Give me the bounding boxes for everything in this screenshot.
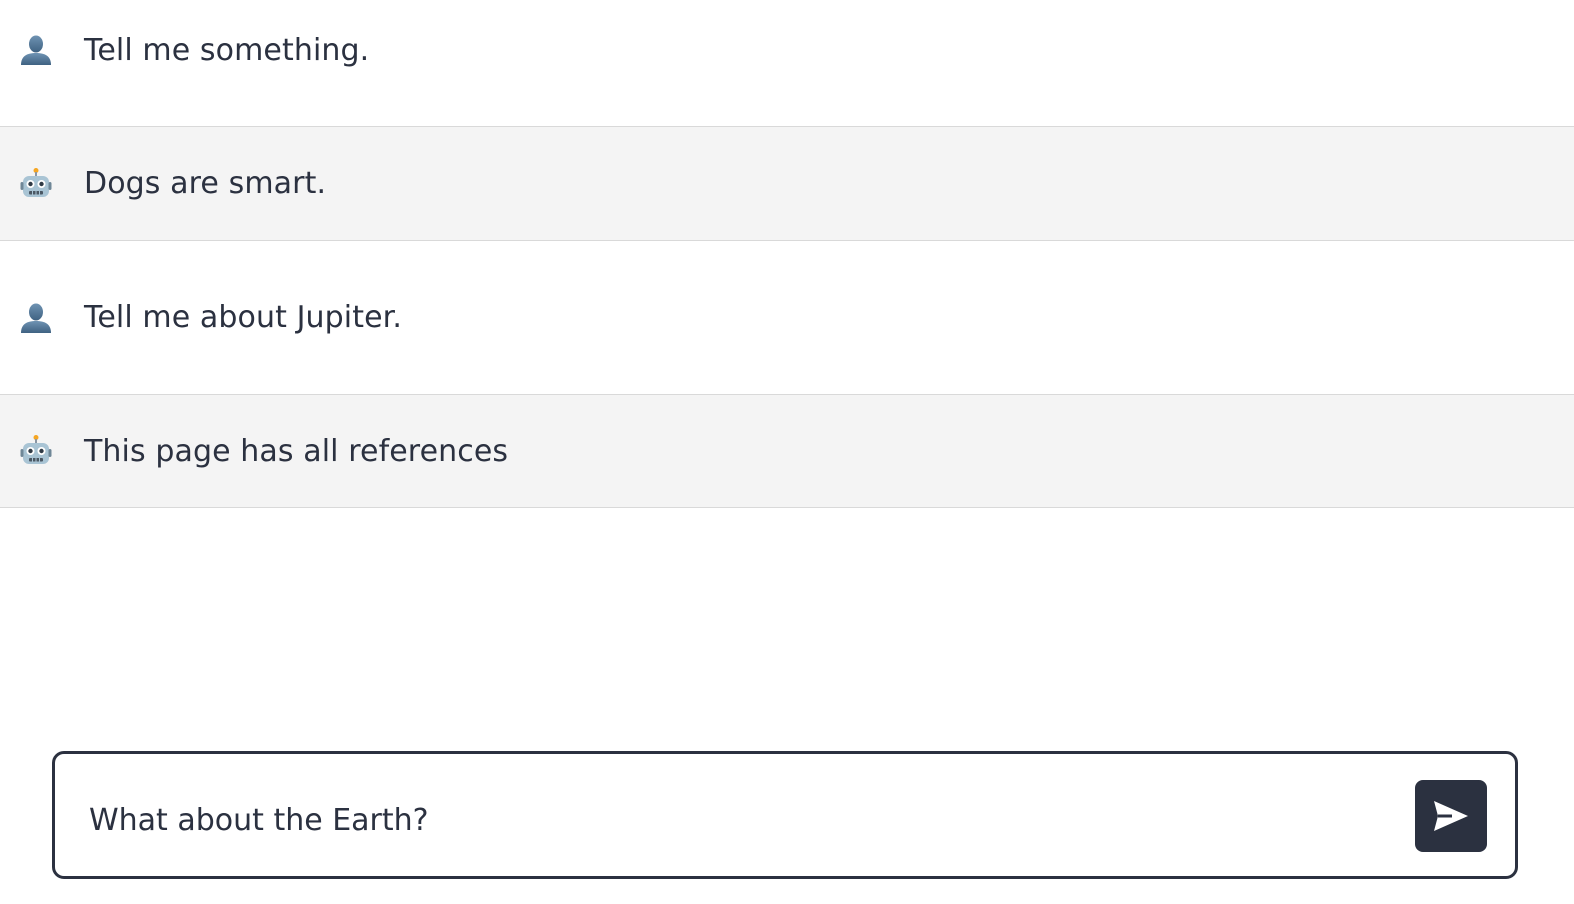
robot-icon: [19, 434, 53, 468]
message-text: Tell me something.: [84, 32, 370, 68]
message-user: Tell me about Jupiter.: [0, 241, 1574, 395]
message-composer: [52, 751, 1518, 879]
message-text: This page has all references: [84, 433, 509, 469]
user-icon: [19, 33, 53, 67]
message-assistant: Dogs are smart.: [0, 127, 1574, 241]
message-text: Tell me about Jupiter.: [84, 300, 402, 335]
chat-history: Tell me something. Dogs are smart. Tell …: [0, 0, 1574, 508]
robot-icon: [19, 167, 53, 201]
send-button[interactable]: [1415, 780, 1487, 852]
send-icon: [1432, 799, 1470, 833]
message-text: Dogs are smart.: [84, 166, 327, 201]
message-assistant: This page has all references: [0, 395, 1574, 508]
user-icon: [19, 301, 53, 335]
message-input[interactable]: [89, 798, 1389, 842]
message-user: Tell me something.: [0, 0, 1574, 127]
